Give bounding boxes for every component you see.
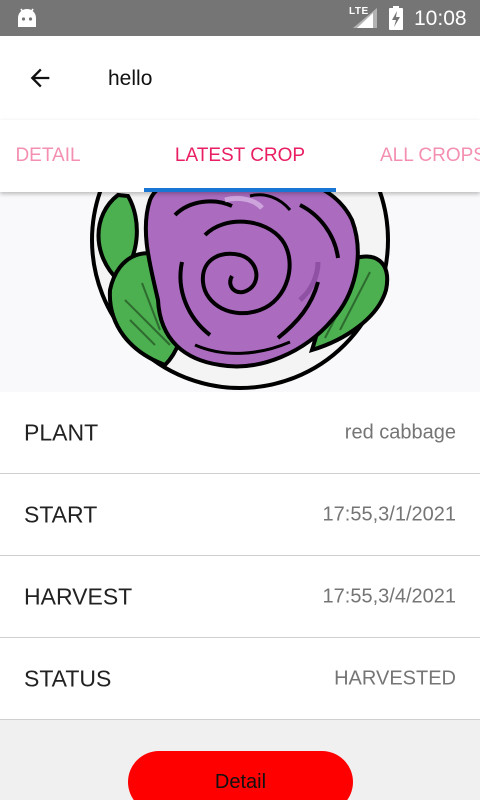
- tab-bar: DETAIL LATEST CROP ALL CROPS: [0, 120, 480, 192]
- app-bar: hello: [0, 36, 480, 120]
- crop-image-area: [0, 192, 480, 392]
- signal-icon: [353, 8, 377, 28]
- android-icon: [18, 8, 36, 27]
- start-row: START 17:55,3/1/2021: [0, 474, 480, 556]
- harvest-value: 17:55,3/4/2021: [322, 585, 456, 607]
- back-arrow-icon[interactable]: [20, 58, 60, 98]
- tab-latest-crop[interactable]: LATEST CROP: [144, 120, 336, 192]
- crop-detail-list: PLANT red cabbage START 17:55,3/1/2021 H…: [0, 392, 480, 720]
- status-label: STATUS: [24, 665, 112, 691]
- start-value: 17:55,3/1/2021: [322, 503, 456, 525]
- status-value: HARVESTED: [334, 667, 456, 689]
- red-cabbage-image: [90, 192, 390, 390]
- status-clock: 10:08: [414, 7, 467, 30]
- plant-label: PLANT: [24, 419, 99, 445]
- status-row: STATUS HARVESTED: [0, 638, 480, 720]
- page-title: hello: [108, 67, 153, 90]
- tab-all-crops[interactable]: ALL CROPS: [350, 120, 480, 192]
- plant-value: red cabbage: [344, 421, 456, 443]
- battery-charging-icon: [389, 6, 403, 30]
- tab-indicator: [144, 188, 336, 192]
- tab-detail[interactable]: DETAIL: [0, 120, 126, 192]
- detail-button[interactable]: Detail: [128, 751, 353, 800]
- status-bar: LTE 10:08: [0, 0, 480, 36]
- start-label: START: [24, 501, 98, 527]
- harvest-row: HARVEST 17:55,3/4/2021: [0, 556, 480, 638]
- harvest-label: HARVEST: [24, 583, 133, 609]
- plant-row: PLANT red cabbage: [0, 392, 480, 474]
